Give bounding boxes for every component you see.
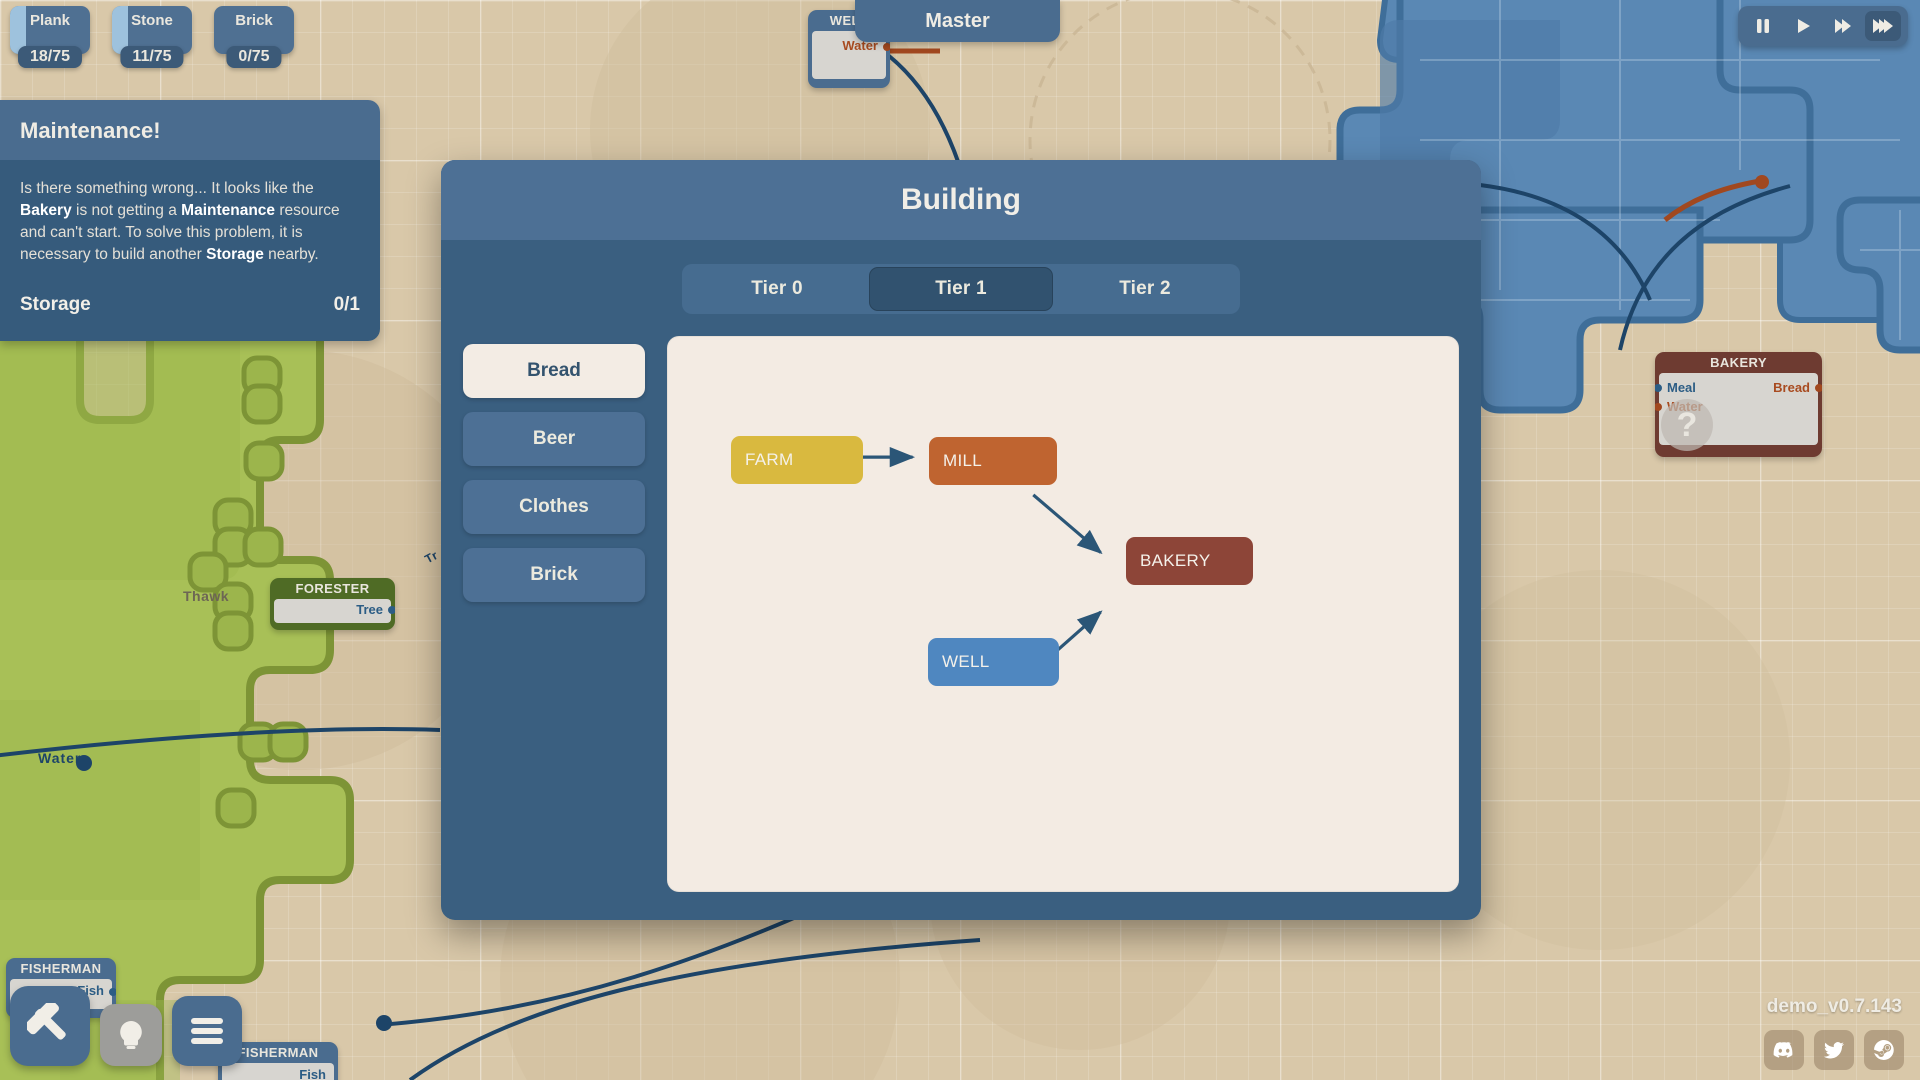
category-item-brick-label: Brick	[530, 564, 578, 585]
fast-forward-button[interactable]	[1825, 11, 1861, 41]
steam-icon	[1874, 1040, 1894, 1060]
fast-forward-icon	[1835, 19, 1851, 33]
dialog-title-bar: Building	[441, 160, 1481, 240]
maintenance-text-bakery: Bakery	[20, 202, 72, 219]
maintenance-text: Is there something wrong... It looks lik…	[20, 178, 360, 266]
maintenance-text-pre: Is there something wrong... It looks lik…	[20, 180, 314, 197]
bakery-meal-port[interactable]	[1655, 384, 1662, 392]
link-label-water: Water	[38, 750, 82, 766]
diagram-node-mill-label: MILL	[943, 451, 982, 470]
resource-chip-plank[interactable]: Plank 18/75	[10, 6, 90, 68]
twitter-icon	[1824, 1042, 1844, 1059]
diagram-node-farm[interactable]: FARM	[731, 436, 863, 484]
pause-button[interactable]	[1745, 11, 1781, 41]
resource-bar: Plank 18/75 Stone 11/75 Brick 0/75	[10, 6, 294, 68]
steam-link[interactable]	[1864, 1030, 1904, 1070]
tab-tier-1-label: Tier 1	[935, 278, 987, 299]
resource-amount: 18/75	[17, 46, 83, 68]
tab-tier-2[interactable]: Tier 2	[1053, 267, 1237, 311]
diagram-node-bakery[interactable]: BAKERY	[1126, 537, 1253, 585]
category-item-beer-label: Beer	[532, 428, 576, 449]
category-item-bread[interactable]: Bread	[463, 344, 645, 398]
bakery-water-port[interactable]	[1655, 403, 1662, 411]
category-item-beer[interactable]: Beer	[463, 412, 645, 466]
resource-amount: 11/75	[120, 46, 184, 68]
play-button[interactable]	[1785, 11, 1821, 41]
category-list: Bread Beer Clothes Brick	[463, 336, 645, 892]
tier-tabs: Tier 0 Tier 1 Tier 2	[682, 264, 1240, 314]
diagram-node-mill[interactable]: MILL	[929, 437, 1057, 485]
diagram-edges	[795, 446, 1103, 673]
tab-tier-1[interactable]: Tier 1	[869, 267, 1053, 311]
category-item-brick[interactable]: Brick	[463, 548, 645, 602]
forester-building-card[interactable]: FORESTER Tree	[270, 578, 395, 630]
fisherman1-card-title: FISHERMAN	[20, 961, 102, 976]
version-label: demo_v0.7.143	[1766, 996, 1902, 1017]
speed-controls	[1738, 6, 1908, 46]
requirement-label: Storage	[20, 294, 91, 315]
discord-link[interactable]	[1764, 1030, 1804, 1070]
game-screen: Thawk Water Tr WELL Water BAKERY Meal Br…	[0, 0, 1920, 1080]
play-icon	[1798, 19, 1810, 33]
fisherman2-output-fish: Fish	[299, 1067, 326, 1080]
menu-button[interactable]	[172, 996, 242, 1066]
building-dialog[interactable]: Building Tier 0 Tier 1 Tier 2 Bread Beer…	[441, 160, 1481, 920]
hamburger-menu-icon	[191, 1018, 223, 1044]
pause-icon	[1757, 19, 1769, 33]
resource-chip-brick[interactable]: Brick 0/75	[214, 6, 294, 68]
map-terrain-label-thawk: Thawk	[183, 588, 230, 604]
page-title: Building	[901, 183, 1021, 216]
production-chain-diagram[interactable]: FARM MILL WELL BAKERY	[667, 336, 1459, 892]
fastest-icon	[1873, 19, 1893, 33]
maintenance-text-post: nearby.	[263, 246, 319, 263]
bakery-output-bread: Bread	[1773, 380, 1810, 395]
maintenance-text-maintenance: Maintenance	[181, 202, 276, 219]
maintenance-requirement: Storage 0/1	[20, 292, 360, 319]
resource-amount: 0/75	[226, 46, 282, 68]
category-item-bread-label: Bread	[527, 360, 581, 381]
resource-name: Brick	[235, 12, 273, 29]
twitter-link[interactable]	[1814, 1030, 1854, 1070]
bakery-building-card[interactable]: BAKERY Meal Bread Water ?	[1655, 352, 1822, 457]
tier-tab-bar: Tier 0 Tier 1 Tier 2	[441, 240, 1481, 322]
bakery-bread-port[interactable]	[1815, 384, 1822, 392]
maintenance-title: Maintenance!	[0, 100, 380, 160]
social-links	[1764, 1030, 1904, 1070]
master-tab[interactable]: Master	[855, 0, 1060, 42]
diagram-node-farm-label: FARM	[745, 450, 794, 469]
category-item-clothes-label: Clothes	[519, 496, 589, 517]
dialog-body: Bread Beer Clothes Brick FARM MILL WELL …	[441, 322, 1481, 920]
maintenance-text-mid1: is not getting a	[71, 202, 182, 219]
maintenance-body: Is there something wrong... It looks lik…	[0, 160, 380, 341]
tab-tier-0[interactable]: Tier 0	[685, 267, 869, 311]
maintenance-panel[interactable]: Maintenance! Is there something wrong...…	[0, 100, 380, 341]
maintenance-text-storage: Storage	[206, 246, 264, 263]
fastest-button[interactable]	[1865, 11, 1901, 41]
resource-chip-stone[interactable]: Stone 11/75	[112, 6, 192, 68]
well-output-port[interactable]	[883, 43, 890, 51]
bottom-toolbar	[10, 986, 242, 1066]
category-item-clothes[interactable]: Clothes	[463, 480, 645, 534]
diagram-node-well[interactable]: WELL	[928, 638, 1059, 686]
bakery-card-title: BAKERY	[1710, 355, 1767, 370]
forester-card-title: FORESTER	[295, 581, 370, 596]
forester-output-port[interactable]	[388, 606, 395, 614]
build-tool-button[interactable]	[10, 986, 90, 1066]
hint-tool-button[interactable]	[100, 1004, 162, 1066]
diagram-node-well-label: WELL	[942, 652, 990, 671]
forester-output-tree: Tree	[356, 602, 383, 617]
lightbulb-icon	[120, 1021, 142, 1049]
diagram-node-bakery-label: BAKERY	[1140, 551, 1211, 570]
bakery-status-badge[interactable]: ?	[1661, 399, 1713, 451]
tab-tier-2-label: Tier 2	[1119, 278, 1171, 299]
edge-mill-bakery	[1032, 493, 1103, 555]
requirement-value: 0/1	[333, 294, 360, 315]
master-tab-label: Master	[925, 9, 990, 32]
hammer-icon	[27, 1003, 66, 1040]
discord-icon	[1773, 1042, 1793, 1058]
bakery-input-meal: Meal	[1667, 380, 1696, 395]
tab-tier-0-label: Tier 0	[751, 278, 803, 299]
